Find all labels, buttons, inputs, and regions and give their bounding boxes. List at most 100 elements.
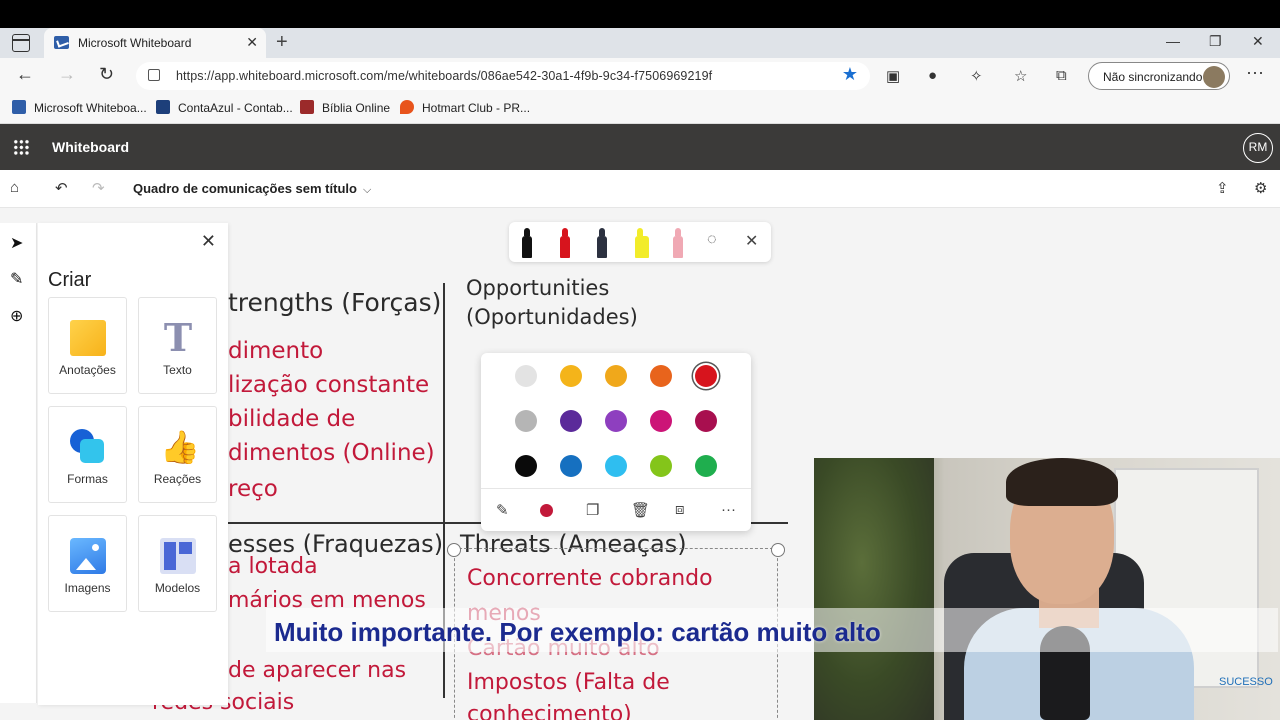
board-title: Quadro de comunicações sem título (133, 181, 357, 196)
color-swatch[interactable] (650, 410, 672, 432)
undo-icon[interactable]: ↶ (55, 179, 68, 197)
minimize-icon[interactable]: — (1166, 33, 1180, 49)
create-tile-shapes[interactable]: Formas (48, 406, 127, 503)
user-avatar-button[interactable]: RM (1243, 133, 1273, 163)
ink-to-shape-icon[interactable]: ⧈ (675, 501, 685, 518)
bookmark-icon (12, 100, 26, 114)
strengths-title: trengths (Forças) (228, 288, 442, 317)
pen-black-icon[interactable] (522, 228, 532, 258)
extensions-puzzle-icon[interactable]: ✧ (970, 67, 983, 85)
share-icon[interactable]: ⇪ (1216, 179, 1229, 197)
tile-label: Modelos (154, 581, 201, 595)
pen-dark-icon[interactable] (597, 228, 607, 258)
color-swatch[interactable] (605, 365, 627, 387)
close-ink-toolbar-icon[interactable]: ✕ (745, 231, 758, 251)
redo-icon[interactable]: ↷ (92, 179, 105, 197)
forward-icon[interactable]: → (58, 64, 76, 85)
new-tab-icon[interactable]: + (276, 31, 288, 54)
tab-actions-icon[interactable] (12, 34, 30, 52)
eraser-icon[interactable] (673, 228, 683, 258)
edit-pen-icon[interactable]: ✎ (496, 501, 509, 519)
favorite-star-icon[interactable]: ★ (842, 64, 858, 85)
text-icon: T (163, 315, 193, 360)
create-tile-reactions[interactable]: 👍 Reações (138, 406, 217, 503)
color-swatch[interactable] (515, 365, 537, 387)
webcam-overlay: SUCESSO (814, 458, 1280, 720)
bookmark-whiteboard[interactable]: Microsoft Whiteboa... (12, 100, 147, 115)
opportunities-title-line1: Opportunities (466, 276, 610, 300)
extension-a-icon[interactable]: ● (928, 67, 937, 84)
settings-gear-icon[interactable]: ⚙ (1254, 179, 1267, 197)
app-launcher-icon[interactable] (13, 139, 29, 155)
current-color-icon[interactable] (540, 504, 553, 517)
color-swatch[interactable] (560, 410, 582, 432)
browser-tab[interactable]: Microsoft Whiteboard ✕ (44, 28, 266, 58)
tool-rail: ➤ ✎ ⊕ (0, 223, 37, 703)
color-swatch[interactable] (605, 410, 627, 432)
threats-item: Impostos (Falta de (467, 670, 670, 695)
url-field[interactable]: https://app.whiteboard.microsoft.com/me/… (136, 62, 870, 90)
color-swatch[interactable] (560, 455, 582, 477)
threats-item: conhecimento) (467, 702, 632, 720)
extension-icon[interactable]: ▣ (886, 67, 900, 85)
restore-icon[interactable]: ❐ (1209, 33, 1222, 50)
color-swatch[interactable] (695, 410, 717, 432)
color-swatch[interactable] (515, 455, 537, 477)
ink-toolbar: ◌ ✕ (509, 222, 771, 262)
color-swatch[interactable] (560, 365, 582, 387)
color-swatch[interactable] (695, 455, 717, 477)
add-icon[interactable]: ⊕ (10, 306, 23, 326)
selection-handle[interactable] (447, 543, 461, 557)
tile-label: Formas (67, 472, 108, 486)
pen-red-icon[interactable] (560, 228, 570, 258)
bookmark-contaazul[interactable]: ContaAzul - Contab... (156, 100, 293, 115)
pen-tool-icon[interactable]: ✎ (10, 269, 23, 289)
collections-icon[interactable]: ⧉ (1056, 67, 1067, 84)
bookmark-biblia[interactable]: Bíblia Online (300, 100, 390, 115)
profile-sync-button[interactable]: Não sincronizando (1088, 62, 1230, 90)
color-swatch[interactable] (605, 455, 627, 477)
bookmark-icon (400, 100, 414, 114)
sticky-note-icon (70, 320, 106, 356)
app-title: Whiteboard (52, 139, 129, 155)
color-swatch[interactable] (650, 455, 672, 477)
back-icon[interactable]: ← (16, 64, 34, 85)
app-header: Whiteboard RM (0, 124, 1280, 170)
favorites-icon[interactable]: ☆ (1014, 67, 1027, 85)
selection-handle[interactable] (771, 543, 785, 557)
more-options-icon[interactable]: ··· (721, 501, 736, 518)
lasso-select-icon[interactable]: ◌ (707, 231, 717, 249)
refresh-icon[interactable]: ↻ (99, 64, 114, 85)
color-swatch[interactable] (515, 410, 537, 432)
close-panel-icon[interactable]: ✕ (201, 231, 216, 252)
home-icon[interactable]: ⌂ (10, 179, 19, 196)
bookmark-icon (300, 100, 314, 114)
create-tile-images[interactable]: Imagens (48, 515, 127, 612)
screen-top-edge (0, 0, 1280, 28)
browser-menu-icon[interactable]: ··· (1246, 62, 1264, 83)
templates-icon (160, 538, 196, 574)
threats-item: Concorrente cobrando (467, 566, 713, 591)
window-close-icon[interactable]: ✕ (1252, 33, 1264, 50)
create-tile-notes[interactable]: Anotações (48, 297, 127, 394)
create-tile-templates[interactable]: Modelos (138, 515, 217, 612)
create-tile-text[interactable]: T Texto (138, 297, 217, 394)
color-swatch[interactable] (650, 365, 672, 387)
weaknesses-item: a lotada (228, 554, 318, 579)
color-swatch-selected[interactable] (695, 365, 717, 387)
delete-icon[interactable]: 🗑 (631, 501, 650, 519)
select-cursor-icon[interactable]: ➤ (10, 233, 23, 253)
shapes-icon (70, 429, 106, 465)
strengths-item: reço (228, 476, 278, 502)
bookmark-hotmart[interactable]: Hotmart Club - PR... (400, 100, 530, 115)
highlighter-icon[interactable] (635, 228, 649, 258)
copy-icon[interactable]: ❐ (586, 501, 599, 519)
browser-tab-strip: Microsoft Whiteboard ✕ + — ❐ ✕ (0, 28, 1280, 58)
strengths-item: bilidade de (228, 406, 356, 432)
webcam-logo: SUCESSO (1219, 676, 1273, 688)
tab-close-icon[interactable]: ✕ (246, 34, 258, 51)
chevron-down-icon: ⌵ (362, 184, 372, 196)
tile-label: Texto (163, 363, 192, 377)
webcam-person-hair (1006, 458, 1118, 506)
board-title-button[interactable]: Quadro de comunicações sem título ⌵ (133, 181, 371, 197)
